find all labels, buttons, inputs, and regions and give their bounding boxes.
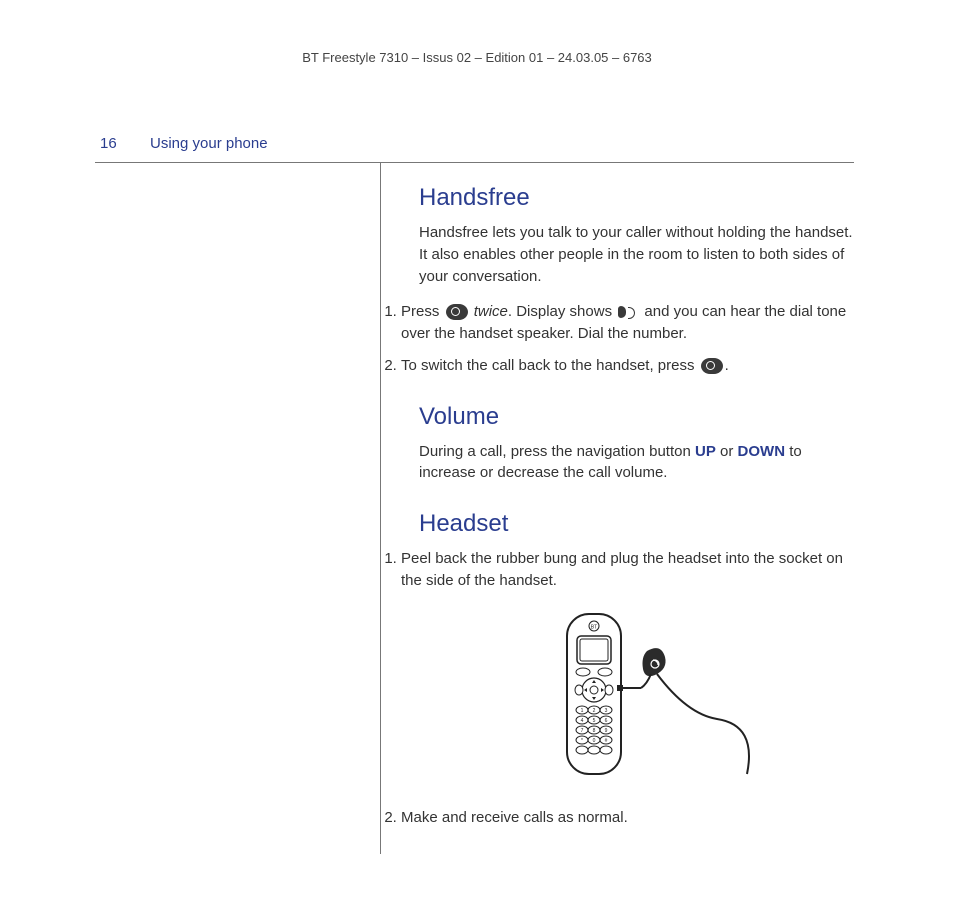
- handsfree-steps: Press twice. Display shows and you can h…: [401, 301, 854, 376]
- handset-headset-illustration: BT: [419, 606, 854, 791]
- text-fragment: Press: [401, 303, 444, 320]
- handsfree-intro: Handsfree lets you talk to your caller w…: [419, 222, 854, 287]
- left-margin-column: [100, 162, 381, 854]
- volume-section: Volume During a call, press the navigati…: [419, 403, 854, 485]
- headset-steps: Peel back the rubber bung and plug the h…: [401, 548, 854, 592]
- svg-text:8: 8: [592, 728, 595, 734]
- svg-text:9: 9: [604, 728, 607, 734]
- svg-text:7: 7: [580, 728, 583, 734]
- keyword-down: DOWN: [738, 443, 786, 460]
- text-fragment: or: [716, 443, 738, 460]
- headset-heading: Headset: [419, 510, 854, 538]
- text-emphasis-twice: twice: [474, 303, 508, 320]
- handsfree-heading: Handsfree: [419, 184, 854, 212]
- volume-heading: Volume: [419, 403, 854, 431]
- page-number: 16: [100, 135, 150, 152]
- svg-text:4: 4: [580, 718, 583, 724]
- svg-text:6: 6: [604, 718, 607, 724]
- handsfree-step-1: Press twice. Display shows and you can h…: [401, 301, 854, 345]
- section-title: Using your phone: [150, 135, 268, 152]
- talk-button-icon: [446, 304, 468, 320]
- text-fragment: During a call, press the navigation butt…: [419, 443, 695, 460]
- manual-page: BT Freestyle 7310 – Issus 02 – Edition 0…: [0, 0, 954, 894]
- talk-button-icon: [701, 358, 723, 374]
- svg-text:*: *: [581, 738, 583, 744]
- svg-text:#: #: [604, 738, 607, 744]
- content-columns: Handsfree Handsfree lets you talk to you…: [100, 162, 854, 854]
- text-fragment: .: [725, 357, 729, 374]
- running-head: 16 Using your phone: [100, 135, 854, 152]
- main-text-column: Handsfree Handsfree lets you talk to you…: [381, 162, 854, 854]
- text-fragment: . Display shows: [508, 303, 616, 320]
- document-header: BT Freestyle 7310 – Issus 02 – Edition 0…: [100, 50, 854, 65]
- text-fragment: To switch the call back to the handset, …: [401, 357, 699, 374]
- headset-section: Headset Peel back the rubber bung and pl…: [419, 510, 854, 828]
- headset-step-1: Peel back the rubber bung and plug the h…: [401, 548, 854, 592]
- svg-text:3: 3: [604, 708, 607, 714]
- volume-body: During a call, press the navigation butt…: [419, 441, 854, 485]
- handsfree-step-2: To switch the call back to the handset, …: [401, 355, 854, 377]
- keyword-up: UP: [695, 443, 716, 460]
- svg-text:1: 1: [580, 708, 583, 714]
- svg-text:BT: BT: [590, 624, 596, 630]
- svg-text:5: 5: [592, 718, 595, 724]
- horizontal-rule: [95, 162, 854, 163]
- handset-svg: BT: [507, 606, 767, 786]
- headset-step-2: Make and receive calls as normal.: [401, 807, 854, 829]
- handsfree-section: Handsfree Handsfree lets you talk to you…: [419, 184, 854, 377]
- svg-text:2: 2: [592, 708, 595, 714]
- svg-text:0: 0: [592, 738, 595, 744]
- speaker-icon: [618, 304, 638, 320]
- headset-steps-cont: Make and receive calls as normal.: [401, 807, 854, 829]
